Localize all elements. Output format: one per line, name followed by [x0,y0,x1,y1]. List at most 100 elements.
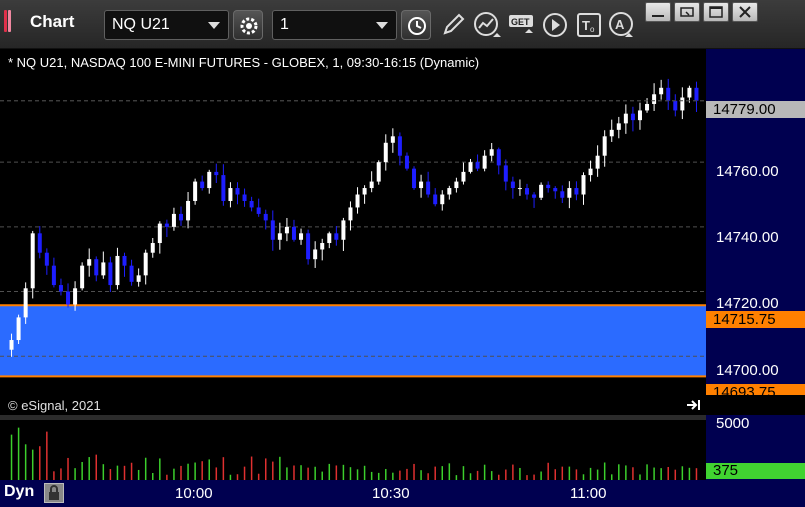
candle-body [94,259,99,276]
candle-body [567,188,572,198]
maximize-icon [709,6,723,18]
candle-body [433,194,438,205]
candle-body [447,188,452,195]
volume-axis[interactable]: 5000 375 [706,415,805,480]
chevron-down-icon[interactable] [376,22,388,29]
restore-button[interactable] [674,2,700,22]
candle-body [37,233,42,253]
get-data-button[interactable]: GET [504,8,538,42]
volume-plot[interactable] [0,420,706,480]
replay-button[interactable] [538,8,572,42]
time-axis[interactable]: 10:00 10:30 11:00 [0,480,805,507]
candle-body [383,142,388,163]
candle-body [419,181,424,189]
candle-body [517,188,522,190]
candle-body [291,226,296,240]
candle-body [645,103,650,111]
text-tool-button[interactable]: T o [572,8,606,42]
candle-body [66,291,71,305]
alert-button[interactable]: A [604,8,638,42]
alert-icon: A [609,12,633,37]
candle-body [659,87,664,95]
pane-separator[interactable]: © eSignal, 2021 [0,395,805,415]
candle-body [186,200,191,221]
candle-body [355,194,360,208]
close-icon [739,6,751,18]
pencil-draw-icon [443,13,465,35]
candle-body [171,213,176,227]
candle-body [489,149,494,156]
candle-body [496,149,501,166]
candle-body [73,288,78,305]
chart-window: Chart NQ U21 1 GET T o A * NQ U21, NASDA… [0,0,805,507]
dynamic-mode-label[interactable]: Dyn [4,483,40,503]
candle-body [637,110,642,121]
volume-pane[interactable] [0,420,706,480]
candle-body [44,252,49,266]
copyright-text: © eSignal, 2021 [8,398,101,413]
candle-body [687,87,692,98]
candle-body [277,233,282,240]
minimize-button[interactable] [645,2,671,22]
time-label: 10:30 [372,485,410,502]
band-high-tag: 14715.75 [706,311,805,328]
candle-body [412,168,417,189]
candle-body [334,233,339,240]
candle-body [101,262,106,276]
play-icon [543,13,567,37]
candle-body [221,175,226,201]
candle-body [680,97,685,111]
candle-body [9,340,14,350]
close-button[interactable] [732,2,758,22]
candle-body [652,94,657,104]
candle-body [263,213,268,221]
interval-value[interactable]: 1 [280,16,289,33]
toolbar: Chart NQ U21 1 GET T o A [0,0,805,49]
draw-button[interactable] [436,8,470,42]
candle-body [87,259,92,266]
candle-body [193,181,198,201]
studies-button[interactable] [470,8,504,42]
price-axis[interactable]: 14779.00 14760.00 14740.00 14720.00 1471… [706,49,805,401]
candle-body [468,162,473,172]
candle-body [327,233,332,244]
candle-body [546,184,551,189]
symbol-combo[interactable]: NQ U21 [104,10,229,40]
maximize-button[interactable] [703,2,729,22]
candle-body [362,188,367,195]
settings-button[interactable] [233,10,263,40]
candle-body [129,265,134,282]
candle-body [602,136,607,156]
text-tool-icon: T o [577,13,601,37]
price-label: 14720.00 [716,295,779,312]
chevron-down-icon[interactable] [208,22,220,29]
candle-body [503,165,508,182]
candle-body [306,233,311,260]
price-label: 14740.00 [716,229,779,246]
restore-icon [680,7,694,17]
candle-body [482,155,487,169]
candle-body [454,181,459,189]
clock-icon [408,17,426,35]
candle-body [532,194,537,198]
candle-body [581,175,586,195]
price-chart[interactable]: * NQ U21, NASDAQ 100 E-MINI FUTURES - GL… [0,49,706,395]
time-template-button[interactable] [401,10,431,40]
chart-title: * NQ U21, NASDAQ 100 E-MINI FUTURES - GL… [8,55,480,70]
candle-body [461,171,466,182]
candle-body [299,233,304,240]
scroll-to-end-icon[interactable] [686,399,702,411]
candlestick-plot[interactable] [0,49,706,395]
candle-body [228,188,233,201]
candle-body [440,194,445,205]
candle-body [16,317,21,341]
candle-body [284,226,289,234]
lock-scale-icon[interactable] [44,483,64,503]
candle-body [616,123,621,130]
candle-body [666,87,671,101]
last-price-tag: 14779.00 [706,101,805,118]
get-data-icon: GET [509,15,533,33]
interval-combo[interactable]: 1 [272,10,397,40]
symbol-value[interactable]: NQ U21 [112,16,170,33]
candle-body [164,223,169,227]
